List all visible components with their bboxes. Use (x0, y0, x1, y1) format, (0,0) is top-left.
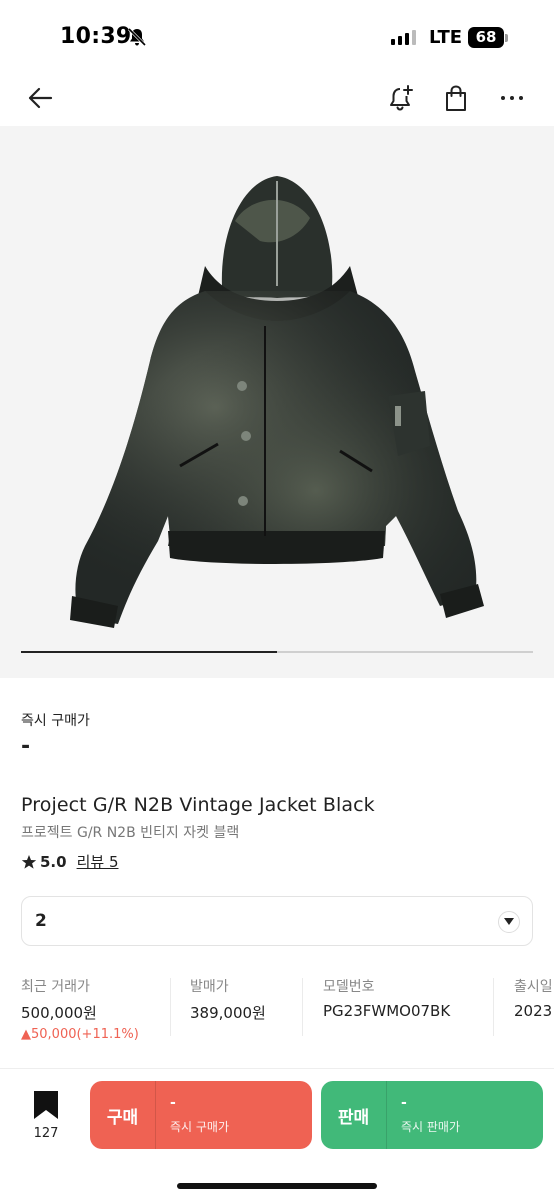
rating-value: 5.0 (40, 852, 67, 871)
top-nav (0, 70, 554, 126)
bottom-bar-border (0, 1068, 554, 1069)
battery-tip (505, 34, 508, 42)
info-release-price: 발매가 389,000원 (190, 976, 266, 1046)
sell-price: - (401, 1095, 407, 1111)
info-label: 최근 거래가 (21, 979, 90, 995)
instant-price-label: 즉시 구매가 (21, 713, 90, 729)
battery-icon: 68 (468, 27, 504, 48)
bell-off-icon (127, 27, 147, 51)
buy-title: 구매 (90, 1081, 156, 1149)
signal-icon (391, 30, 416, 45)
info-label: 모델번호 (323, 979, 375, 995)
sell-sub-label: 즉시 판매가 (401, 1120, 461, 1134)
carousel-indicator (21, 651, 533, 653)
notification-button[interactable] (380, 78, 420, 118)
product-info-row: 최근 거래가 500,000원 ▲50,000(+11.1%) 발매가 389,… (0, 976, 554, 1046)
bookmark-button[interactable]: 127 (26, 1090, 66, 1141)
buy-sub-label: 즉시 구매가 (170, 1120, 230, 1134)
product-image-carousel[interactable] (0, 126, 554, 678)
network-label: LTE (429, 27, 463, 48)
divider (170, 978, 171, 1036)
info-value: 2023 (514, 1002, 553, 1020)
info-release-date: 출시일 2023 (514, 976, 553, 1046)
instant-price-value: - (21, 734, 31, 759)
review-link[interactable]: 리뷰 5 (77, 851, 119, 872)
sell-title: 판매 (321, 1081, 387, 1149)
more-button[interactable] (492, 78, 532, 118)
price-change: ▲50,000(+11.1%) (21, 1027, 139, 1042)
info-value: 389,000원 (190, 1004, 266, 1022)
bell-plus-icon (390, 85, 413, 111)
info-label: 출시일 (514, 979, 553, 995)
bookmark-count: 127 (33, 1126, 59, 1141)
divider (302, 978, 303, 1036)
info-recent-price: 최근 거래가 500,000원 ▲50,000(+11.1%) (21, 976, 139, 1046)
divider (493, 978, 494, 1036)
cart-button[interactable] (436, 78, 476, 118)
arrow-left-icon (28, 87, 53, 109)
product-title: Project G/R N2B Vintage Jacket Black (21, 794, 375, 816)
back-button[interactable] (20, 78, 60, 118)
sell-button[interactable]: 판매 - 즉시 판매가 (321, 1081, 543, 1149)
size-value: 2 (35, 911, 47, 931)
carousel-indicator-fill (21, 651, 277, 653)
rating-row: 5.0 리뷰 5 (21, 851, 119, 872)
info-value: PG23FWMO07BK (323, 1002, 451, 1020)
bookmark-icon (34, 1091, 58, 1119)
shopping-bag-icon (446, 85, 466, 111)
status-time: 10:39 (60, 24, 132, 49)
more-horizontal-icon (501, 96, 523, 100)
status-bar: 10:39 LTE 68 (0, 0, 554, 70)
info-value: 500,000원 (21, 1004, 97, 1022)
buy-button[interactable]: 구매 - 즉시 구매가 (90, 1081, 312, 1149)
info-model-number: 모델번호 PG23FWMO07BK (323, 976, 450, 1046)
star-icon (21, 854, 37, 869)
home-indicator (177, 1183, 377, 1189)
jacket-image (70, 176, 484, 628)
product-subtitle: 프로젝트 G/R N2B 빈티지 자켓 블랙 (21, 825, 240, 841)
size-select[interactable]: 2 (21, 896, 533, 946)
chevron-down-icon (498, 911, 520, 933)
buy-price: - (170, 1095, 176, 1111)
info-label: 발매가 (190, 979, 229, 995)
